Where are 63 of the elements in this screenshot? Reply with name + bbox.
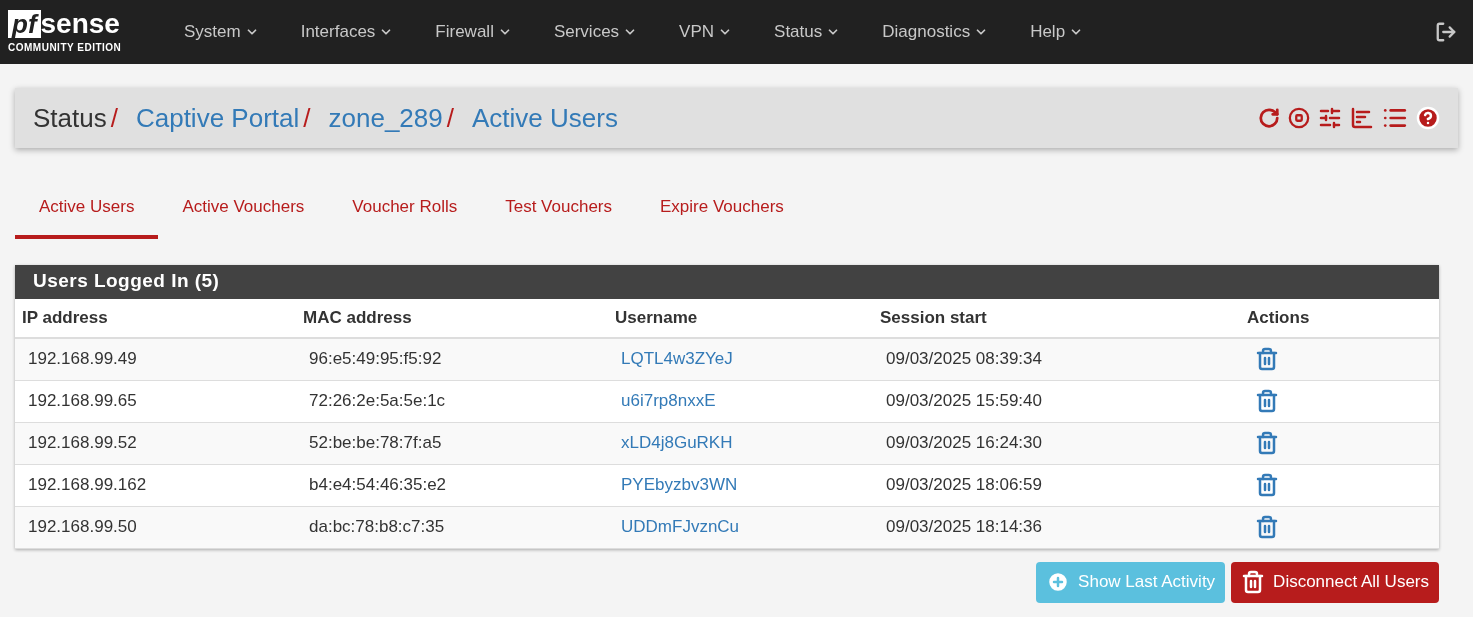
trash-icon xyxy=(1241,570,1266,594)
username-link[interactable]: PYEbyzbv3WN xyxy=(621,472,886,498)
table-cell-text: 09/03/2025 08:39:34 xyxy=(886,348,1043,371)
breadcrumb-separator: / xyxy=(303,101,311,135)
disconnect-button[interactable]: Disconnect All Users xyxy=(1231,561,1439,603)
trash-icon[interactable] xyxy=(1255,347,1279,371)
tab[interactable]: Active Vouchers xyxy=(158,186,329,239)
trash-icon[interactable] xyxy=(1255,473,1279,497)
username-link[interactable]: LQTL4w3ZYeJ xyxy=(621,346,886,372)
column-header: Actions xyxy=(1247,306,1311,329)
nav-menu[interactable]: Interfaces xyxy=(279,19,415,45)
logo-mark: pf xyxy=(8,9,41,38)
tab[interactable]: Expire Vouchers xyxy=(636,186,808,239)
table-cell-text: 72:26:2e:5a:5e:1c xyxy=(309,390,447,413)
nav-menu[interactable]: System xyxy=(163,19,280,45)
column-header: Session start xyxy=(880,306,988,329)
column-header: Username xyxy=(615,306,699,329)
table-cell-text: 52:be:be:78:7f:a5 xyxy=(309,432,443,455)
breadcrumb-text: Status xyxy=(33,101,107,135)
logout-icon[interactable] xyxy=(1435,21,1457,43)
table-cell-text: 96:e5:49:95:f5:92 xyxy=(309,348,443,371)
username-link[interactable]: u6i7rp8nxxE xyxy=(621,388,886,414)
chart-icon[interactable] xyxy=(1350,106,1374,130)
stop-icon[interactable] xyxy=(1288,107,1310,129)
nav-menu[interactable]: Help xyxy=(1009,19,1105,45)
breadcrumb-link[interactable]: Captive Portal xyxy=(135,98,300,138)
trash-icon[interactable] xyxy=(1255,515,1279,539)
table-cell-text: da:bc:78:b8:c7:35 xyxy=(309,516,446,539)
breadcrumb-separator: / xyxy=(110,101,118,135)
table-cell-text: 192.168.99.162 xyxy=(28,474,148,497)
tab[interactable]: Active Users xyxy=(15,186,159,239)
tab[interactable]: Test Vouchers xyxy=(481,186,636,239)
help-icon[interactable] xyxy=(1416,106,1440,130)
table-cell-text: 09/03/2025 18:06:59 xyxy=(886,474,1043,497)
table-cell-text: 09/03/2025 15:59:40 xyxy=(886,390,1043,413)
logo[interactable]: pfsense COMMUNITY EDITION xyxy=(8,9,143,55)
trash-icon[interactable] xyxy=(1255,431,1279,455)
nav-menu[interactable]: Diagnostics xyxy=(861,19,1010,45)
nav-menu[interactable]: VPN xyxy=(658,19,754,45)
table-cell-text: 09/03/2025 18:14:36 xyxy=(886,516,1043,539)
logo-word: sense xyxy=(40,9,120,38)
breadcrumb-link[interactable]: Active Users xyxy=(471,98,618,138)
nav-menu[interactable]: Status xyxy=(753,19,862,45)
table-cell-text: 192.168.99.52 xyxy=(28,432,138,455)
reload-icon[interactable] xyxy=(1258,107,1280,129)
table-cell-text: 192.168.99.65 xyxy=(28,390,138,413)
table-cell-text: 192.168.99.50 xyxy=(28,516,138,539)
table-cell-text: b4:e4:54:46:35:e2 xyxy=(309,474,448,497)
panel-title: Users Logged In (5) xyxy=(15,264,1439,299)
column-header: MAC address xyxy=(303,306,413,329)
username-link[interactable]: UDDmFJvznCu xyxy=(621,514,886,540)
sliders-icon[interactable] xyxy=(1318,106,1342,130)
tab[interactable]: Voucher Rolls xyxy=(328,186,482,239)
table-cell-text: 192.168.99.49 xyxy=(28,348,138,371)
breadcrumb-link[interactable]: zone_289 xyxy=(328,98,443,138)
nav-menu[interactable]: Services xyxy=(532,19,659,45)
table-cell-text: 09/03/2025 16:24:30 xyxy=(886,432,1043,455)
trash-icon[interactable] xyxy=(1255,389,1279,413)
username-link[interactable]: xLD4j8GuRKH xyxy=(621,430,886,456)
column-header: IP address xyxy=(22,306,109,329)
logo-edition: COMMUNITY EDITION xyxy=(8,40,122,55)
breadcrumb-separator: / xyxy=(446,101,454,135)
nav-menu[interactable]: Firewall xyxy=(414,19,533,45)
